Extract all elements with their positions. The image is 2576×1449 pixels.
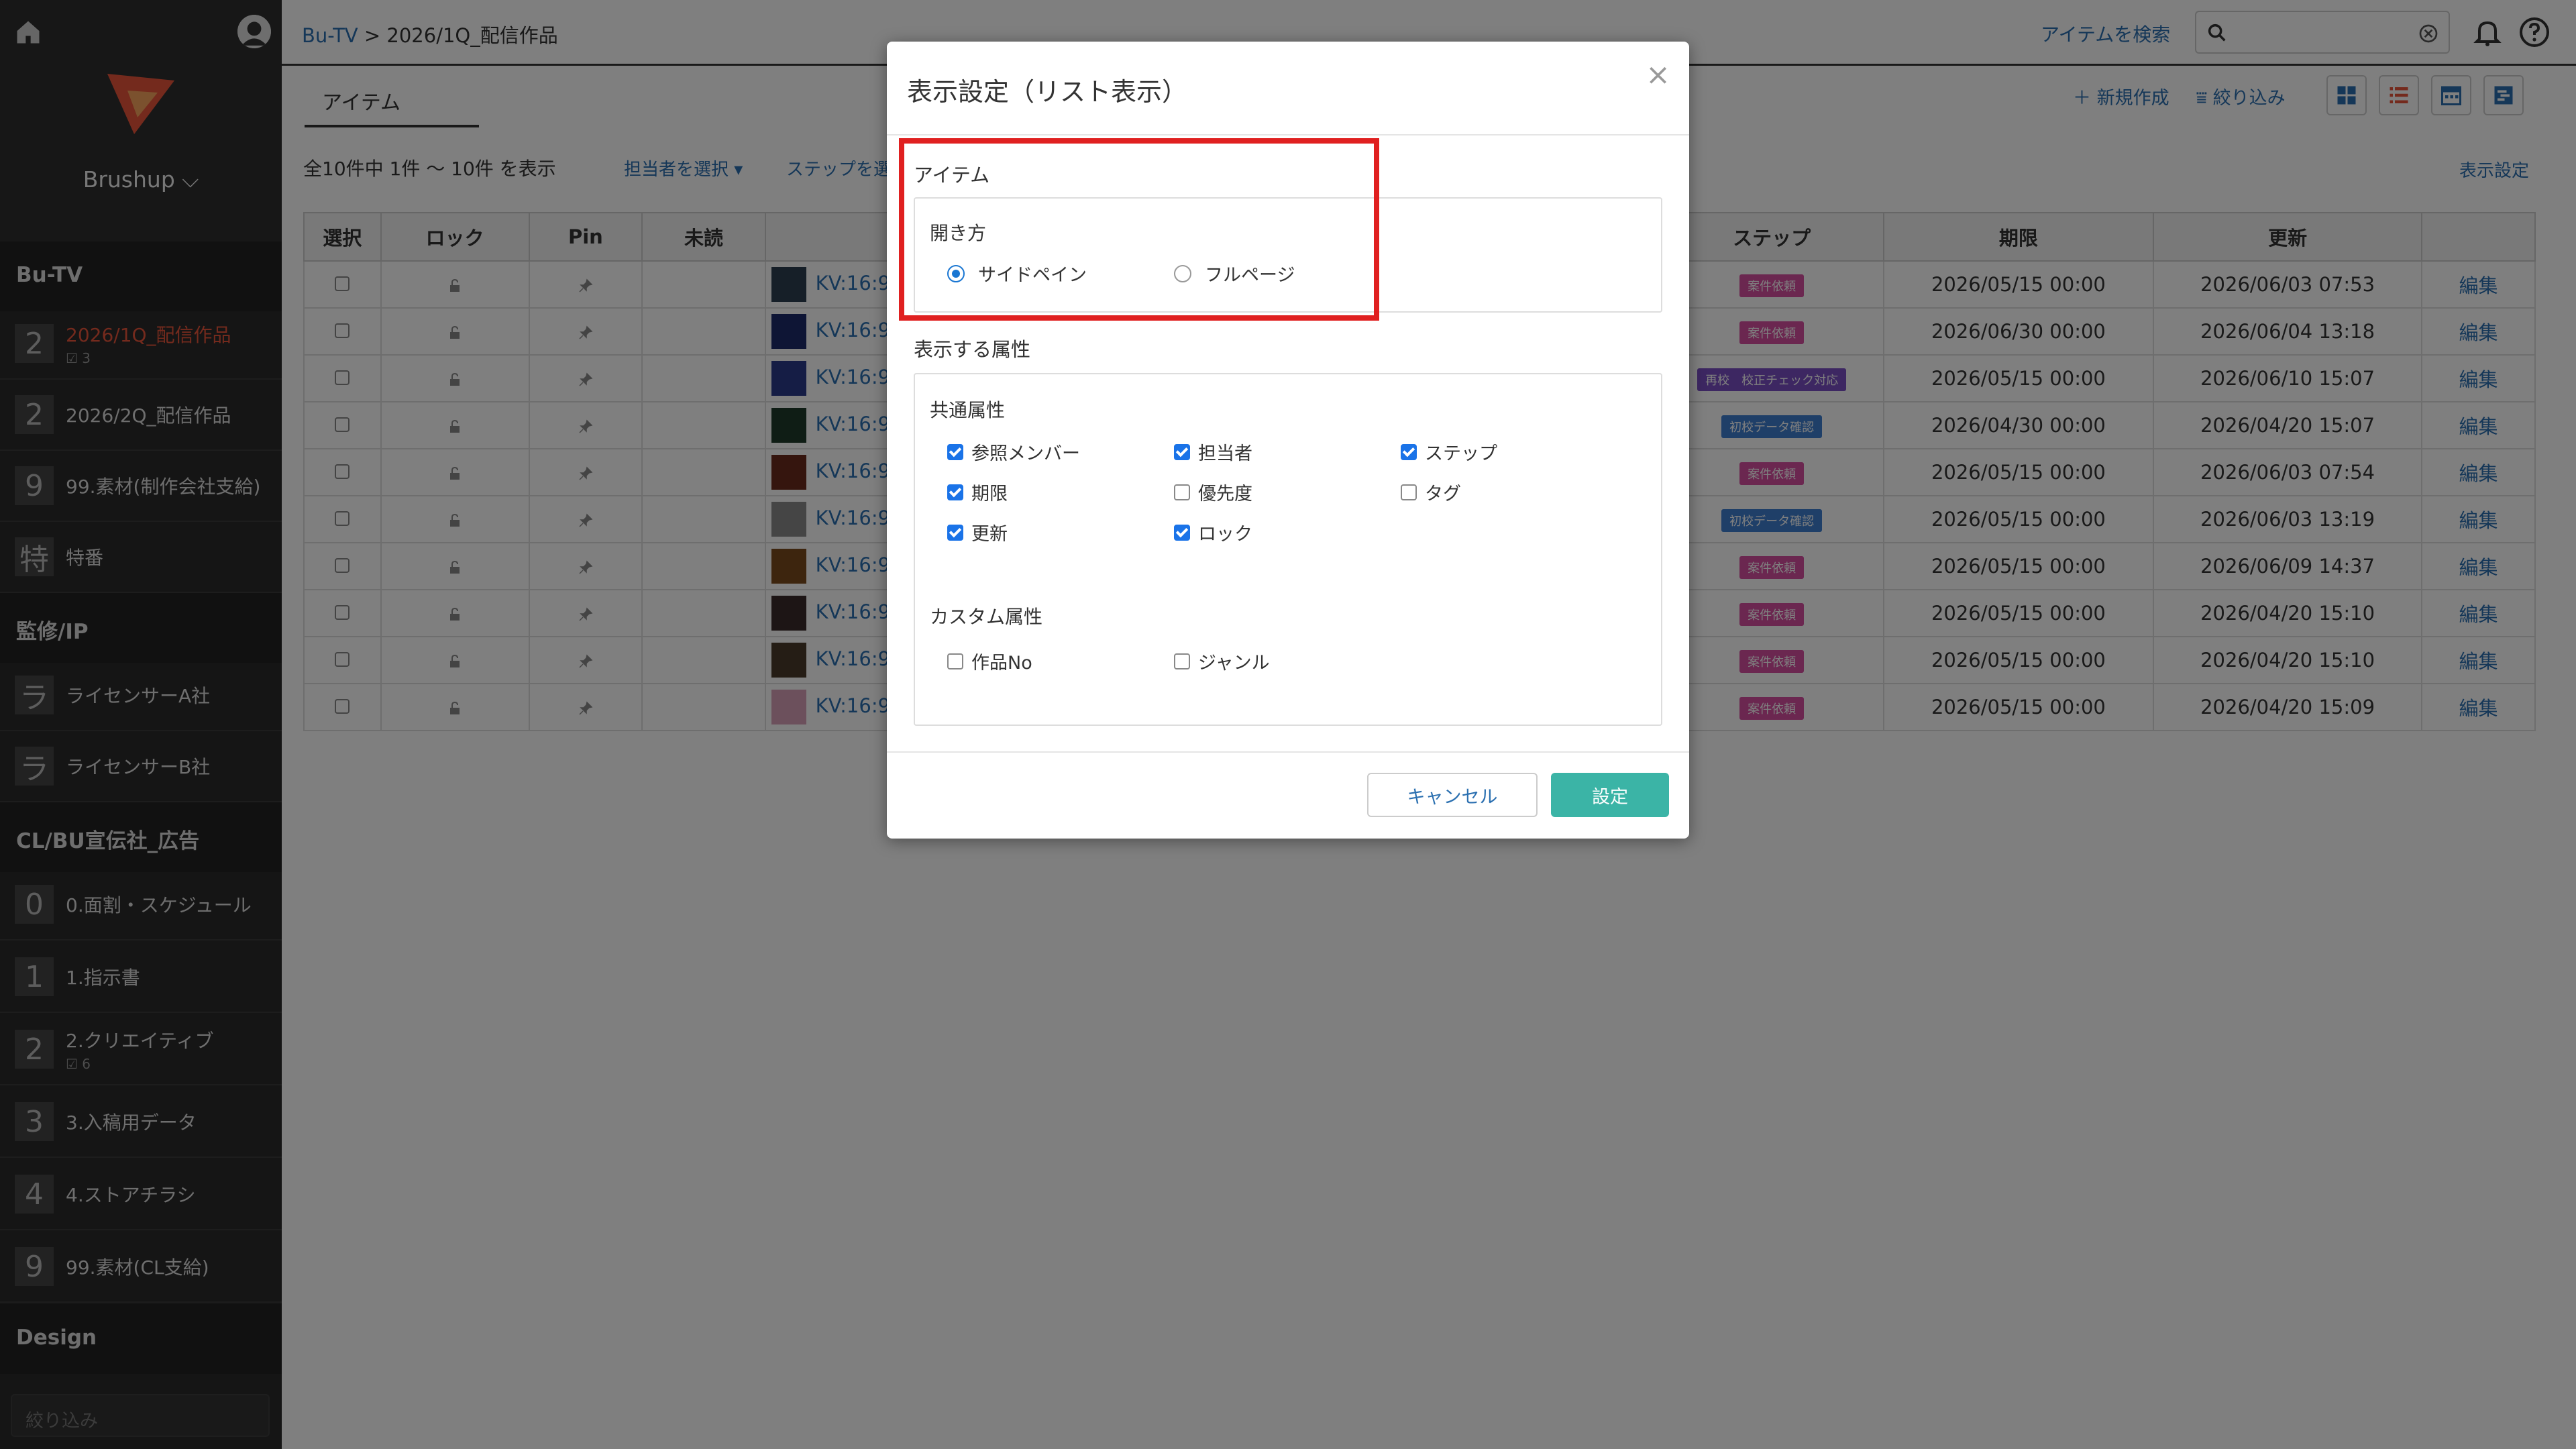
checkbox-tag[interactable]: タグ (1401, 479, 1461, 505)
checkbox-label: 作品No (971, 653, 1032, 674)
attr-section-title: 表示する属性 (914, 338, 1031, 361)
attributes-box: 共通属性 参照メンバー 担当者 ステップ 期限 優先度 タグ 更新 ロック カス… (914, 373, 1662, 726)
checkbox-control[interactable] (1174, 524, 1190, 541)
apply-button[interactable]: 設定 (1551, 773, 1669, 817)
close-icon[interactable]: × (1646, 60, 1670, 90)
divider (887, 751, 1689, 753)
checkbox-due[interactable]: 期限 (947, 479, 1008, 505)
checkbox-control[interactable] (1174, 484, 1190, 500)
checkbox-label: 優先度 (1198, 484, 1252, 504)
checkbox-ref-members[interactable]: 参照メンバー (947, 439, 1080, 465)
checkbox-control[interactable] (1174, 443, 1190, 460)
checkbox-label: ステップ (1425, 443, 1497, 464)
checkbox-work-no[interactable]: 作品No (947, 648, 1032, 674)
checkbox-label: 更新 (971, 524, 1008, 545)
checkbox-label: 担当者 (1198, 443, 1252, 464)
common-attrs-label: 共通属性 (930, 399, 1006, 421)
checkbox-assignee[interactable]: 担当者 (1174, 439, 1252, 465)
checkbox-updated[interactable]: 更新 (947, 519, 1008, 545)
dialog-title: 表示設定（リスト表示） (907, 77, 1188, 107)
checkbox-control[interactable] (1401, 443, 1417, 460)
checkbox-label: 参照メンバー (971, 443, 1080, 464)
checkbox-priority[interactable]: 優先度 (1174, 479, 1252, 505)
checkbox-genre[interactable]: ジャンル (1174, 648, 1270, 674)
checkbox-control[interactable] (1401, 484, 1417, 500)
highlight-box (899, 138, 1379, 321)
checkbox-label: ロック (1198, 524, 1252, 545)
checkbox-control[interactable] (947, 484, 963, 500)
checkbox-control[interactable] (947, 653, 963, 669)
checkbox-lock[interactable]: ロック (1174, 519, 1252, 545)
checkbox-step[interactable]: ステップ (1401, 439, 1497, 465)
cancel-button[interactable]: キャンセル (1367, 773, 1538, 817)
checkbox-label: タグ (1425, 484, 1461, 504)
divider (887, 134, 1689, 136)
custom-attrs-label: カスタム属性 (930, 606, 1043, 628)
checkbox-control[interactable] (947, 443, 963, 460)
checkbox-label: 期限 (971, 484, 1008, 504)
checkbox-control[interactable] (947, 524, 963, 541)
checkbox-label: ジャンル (1198, 653, 1270, 674)
checkbox-control[interactable] (1174, 653, 1190, 669)
